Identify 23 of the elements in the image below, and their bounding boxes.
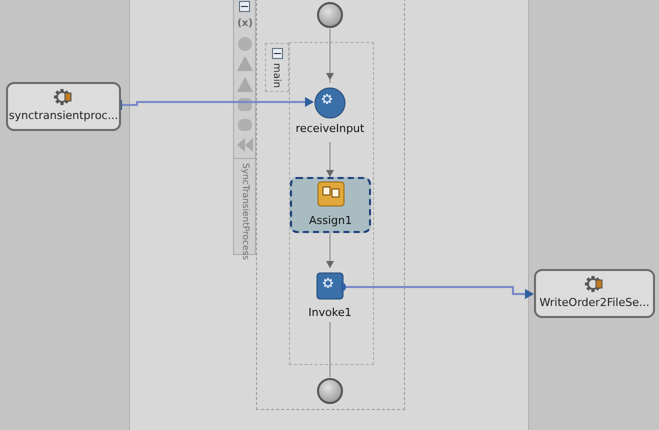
- collapse-icon[interactable]: [239, 1, 250, 12]
- service-gear-icon: [52, 87, 74, 107]
- sequence-label: main: [271, 63, 281, 88]
- flow-arrow: [326, 232, 334, 268]
- end-node: [317, 378, 343, 404]
- partner-link-node[interactable]: WriteOrder2FileSe...: [534, 269, 655, 318]
- service-gear-icon: [584, 274, 606, 294]
- invoke-port-icon: [341, 282, 349, 292]
- assign-activity[interactable]: Assign1: [290, 177, 371, 233]
- activity-label: Invoke1: [308, 307, 352, 318]
- start-node: [317, 2, 343, 28]
- scope-name: SyncTransientProcess: [239, 163, 250, 260]
- invoke-activity-icon[interactable]: [316, 272, 344, 300]
- partner-link-node[interactable]: synctransientproc...: [6, 82, 121, 131]
- activity-label: Assign1: [309, 215, 352, 226]
- collapse-icon[interactable]: [272, 48, 283, 59]
- partner-link-label: WriteOrder2FileSe...: [540, 297, 650, 308]
- flow-arrow: [326, 28, 334, 84]
- assign-icon: [316, 181, 344, 207]
- activity-label: receiveInput: [296, 123, 364, 134]
- flow-arrow: [326, 142, 334, 178]
- receive-activity-icon[interactable]: [314, 87, 346, 119]
- partner-link-label: synctransientproc...: [8, 110, 118, 121]
